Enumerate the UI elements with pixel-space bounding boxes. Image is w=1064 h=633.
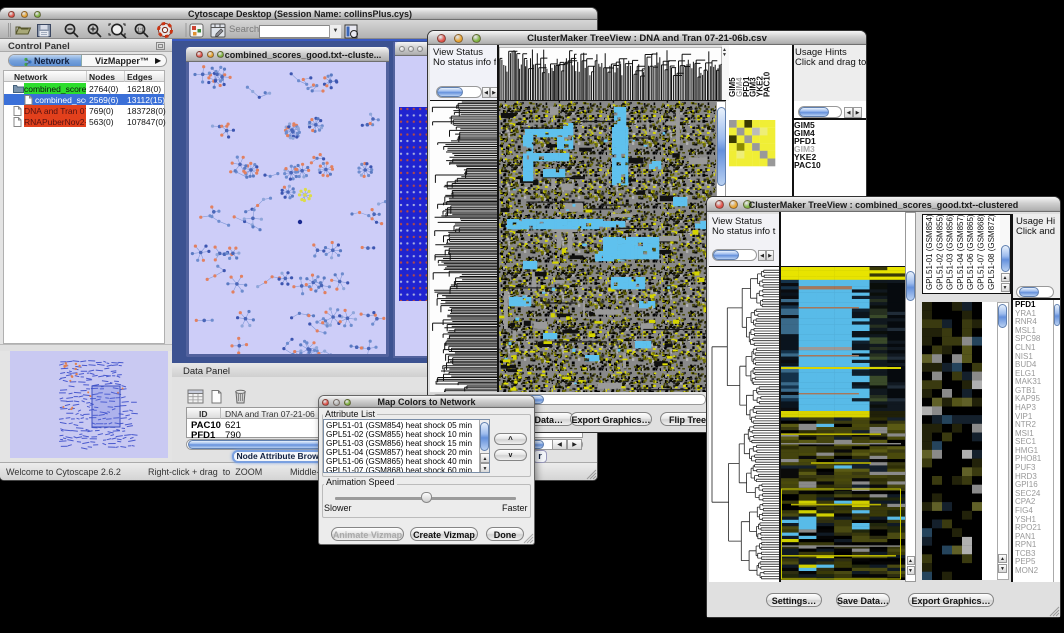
svg-text:GPL51-07 (GSM868): GPL51-07 (GSM868) — [977, 215, 986, 290]
svg-text:GPL51-06 (GSM865): GPL51-06 (GSM865) — [966, 215, 975, 290]
svg-text:GPL51-02 (GSM855): GPL51-02 (GSM855) — [935, 215, 944, 290]
svg-text:1:1: 1:1 — [137, 28, 144, 34]
svg-text:GPL51-08 (GSM872): GPL51-08 (GSM872) — [987, 215, 996, 290]
svg-text:GPL51-04 (GSM857): GPL51-04 (GSM857) — [956, 215, 965, 290]
svg-text:PAC10: PAC10 — [763, 71, 772, 97]
svg-text:GPL51-03 (GSM856): GPL51-03 (GSM856) — [946, 215, 955, 290]
svg-text:GPL51-01 (GSM854): GPL51-01 (GSM854) — [925, 215, 934, 290]
